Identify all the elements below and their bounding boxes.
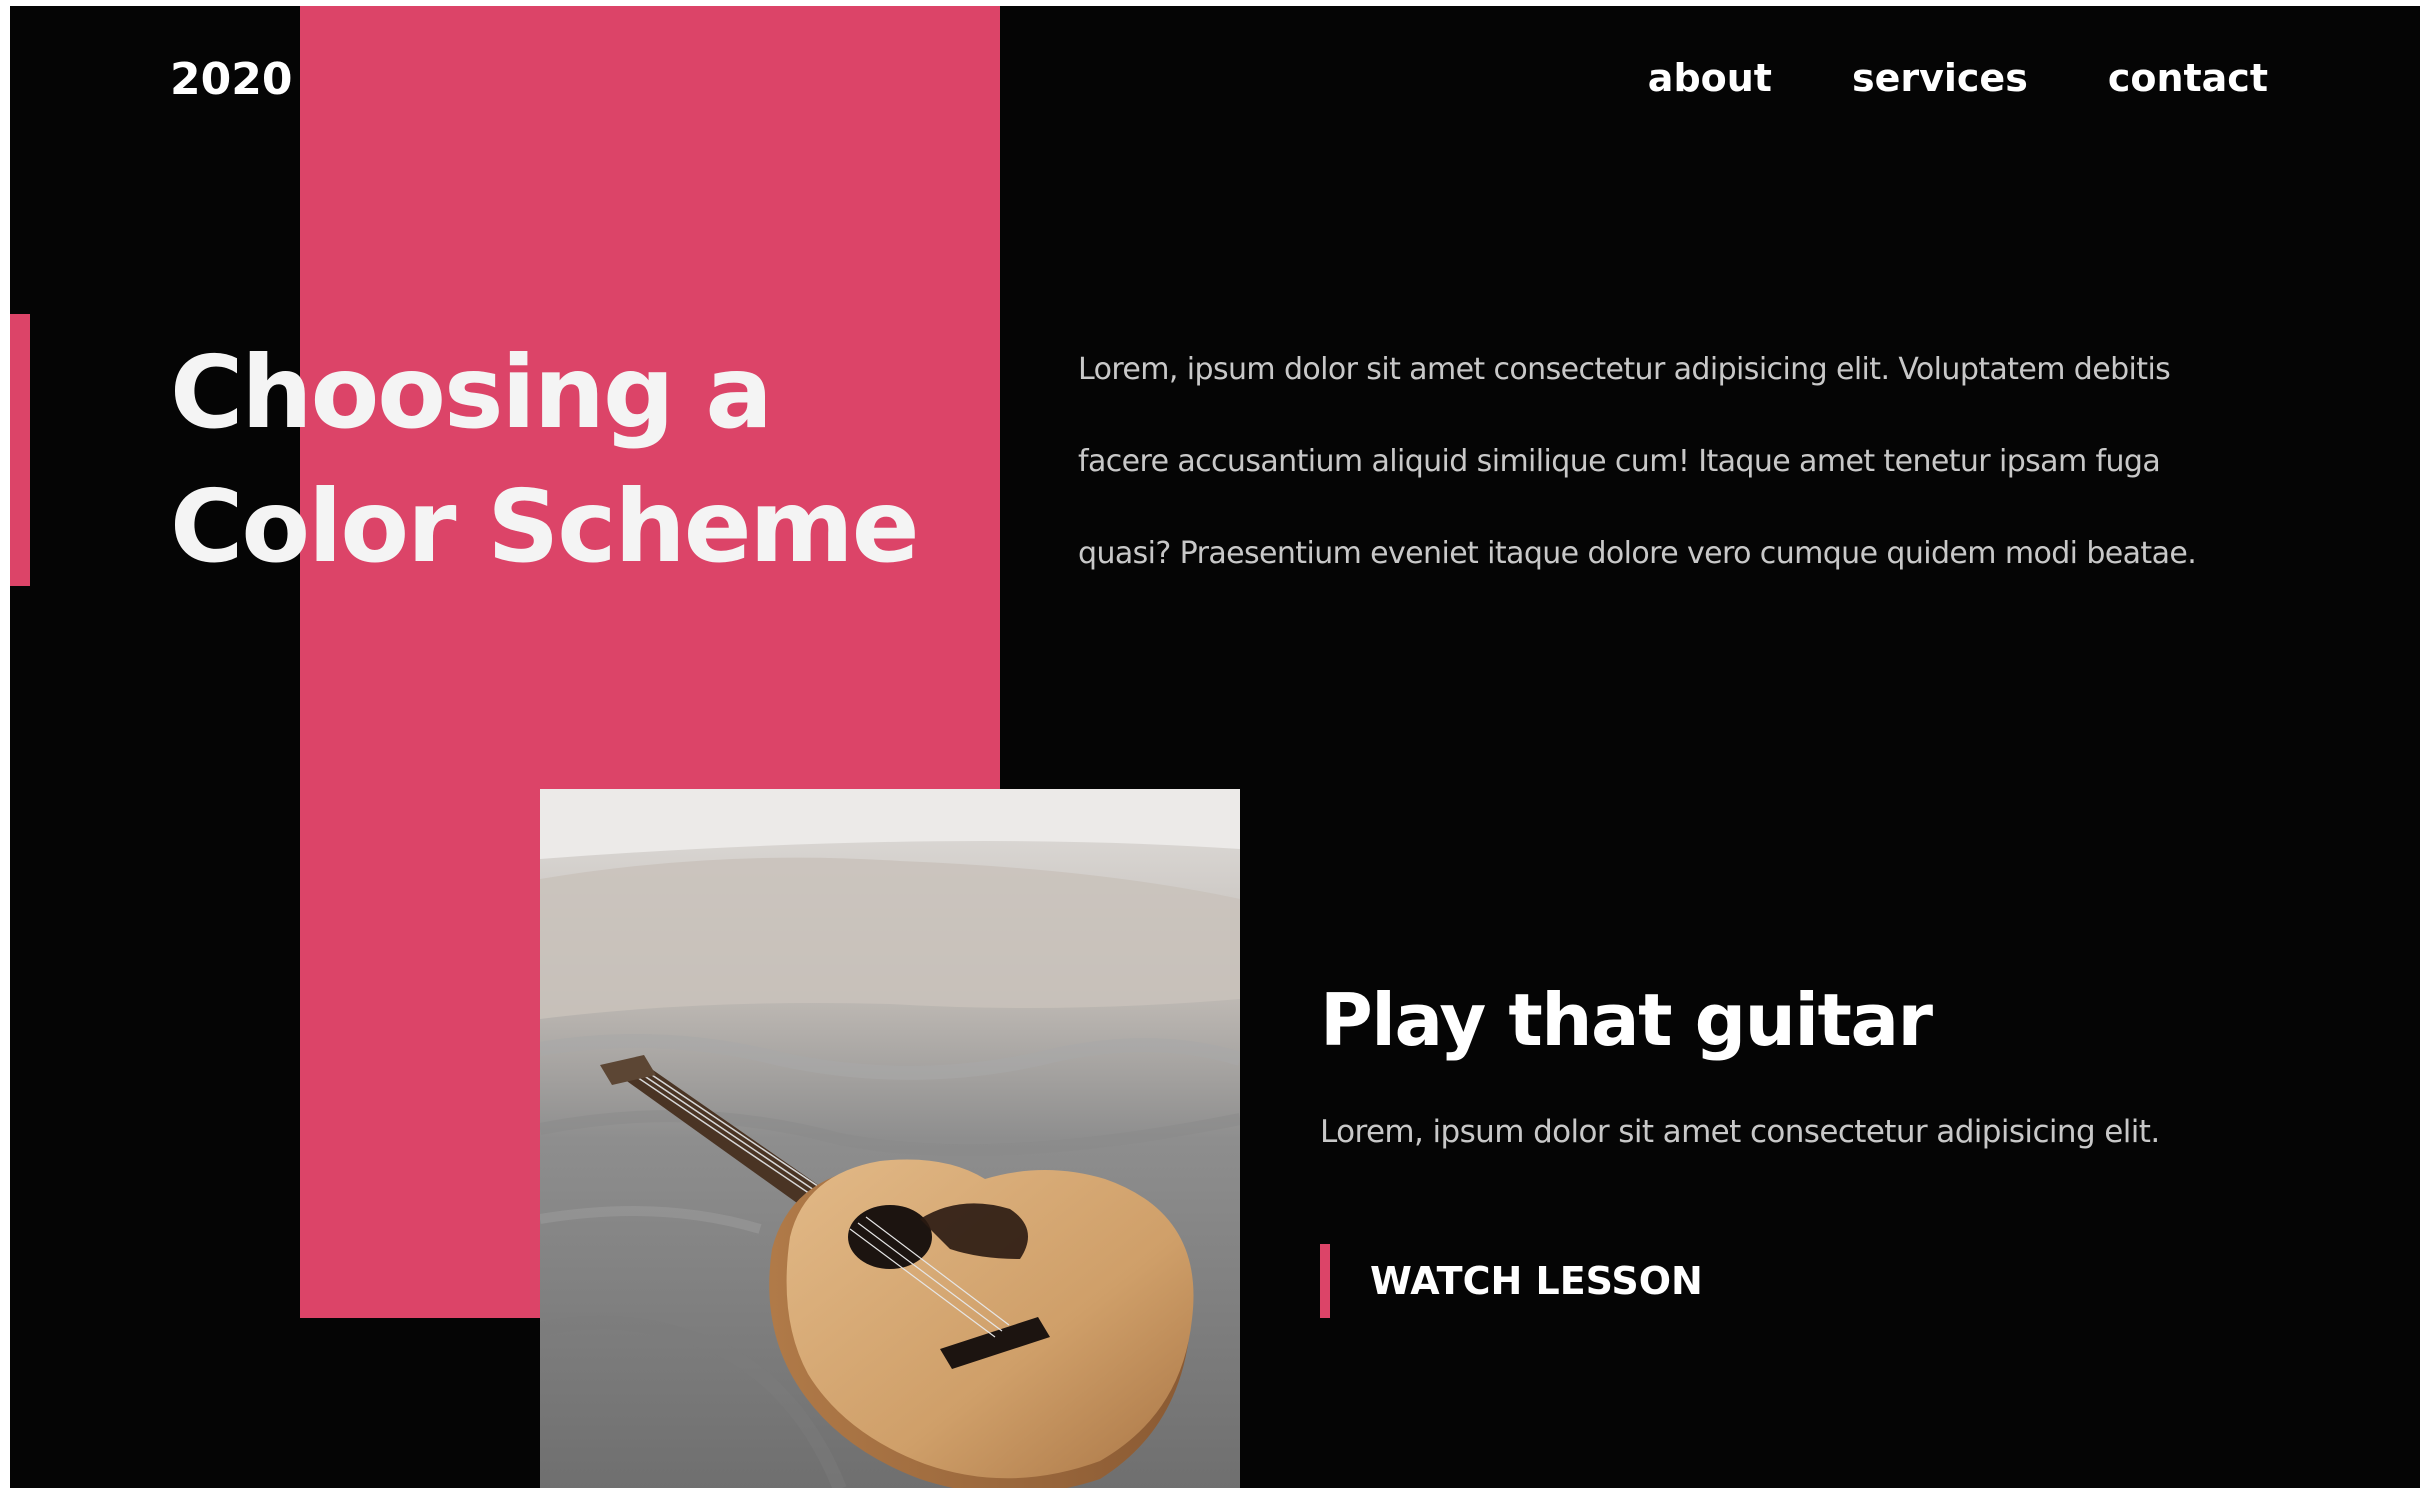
guitar-photo-illustration — [540, 789, 1240, 1488]
hero-title-line-1: Choosing a — [170, 334, 773, 451]
logo[interactable]: 2020 — [170, 54, 292, 105]
main-nav: about services contact — [1648, 56, 2268, 100]
watch-lesson-label: WATCH LESSON — [1370, 1259, 1703, 1303]
page: 2020 about services contact Choosing a C… — [10, 6, 2420, 1488]
accent-edge-bar — [10, 314, 30, 586]
nav-link-services[interactable]: services — [1852, 56, 2028, 100]
guitar-photo — [540, 789, 1240, 1488]
hero-title: Choosing a Color Scheme — [170, 326, 920, 594]
nav-link-about[interactable]: about — [1648, 56, 1772, 100]
watch-lesson-button[interactable]: WATCH LESSON — [1320, 1244, 1703, 1318]
cta-accent-bar — [1320, 1244, 1330, 1318]
hero-intro-text: Lorem, ipsum dolor sit amet consectetur … — [1078, 352, 2197, 571]
feature-text: Lorem, ipsum dolor sit amet consectetur … — [1320, 1114, 2160, 1150]
nav-link-contact[interactable]: contact — [2108, 56, 2268, 100]
feature-title: Play that guitar — [1320, 978, 1933, 1062]
hero-title-line-2: Color Scheme — [170, 468, 920, 585]
